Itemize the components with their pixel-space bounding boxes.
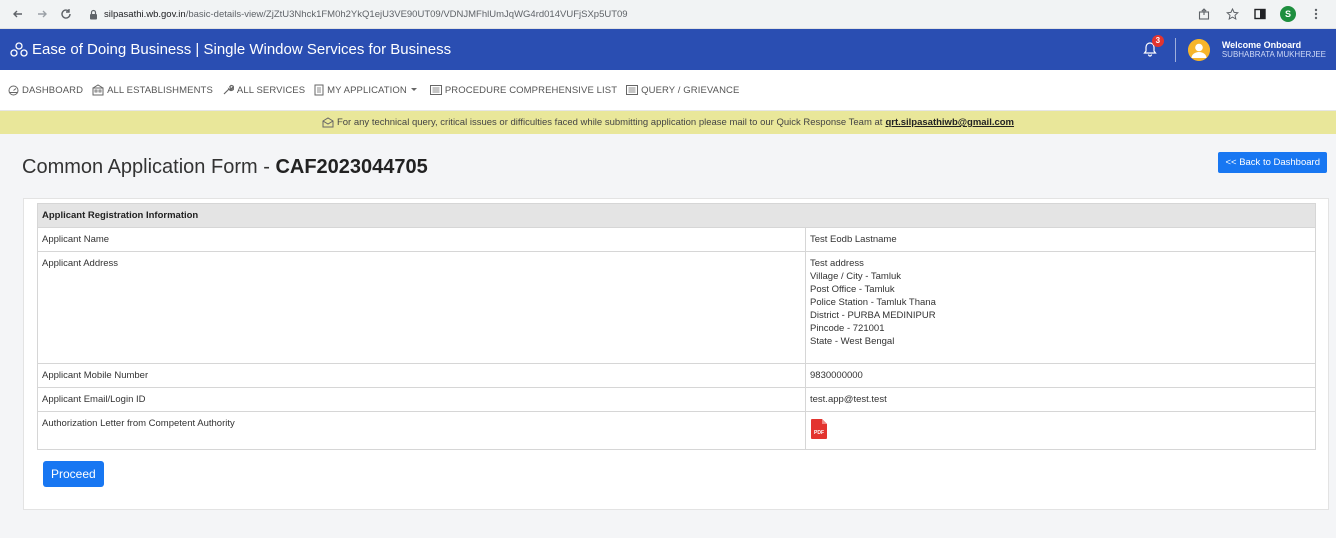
nav-all-services[interactable]: ALL SERVICES	[222, 84, 305, 96]
notification-bell-button[interactable]: 3	[1143, 34, 1164, 59]
applicant-info-table: Applicant Registration Information Appli…	[37, 203, 1316, 450]
row-label: Applicant Email/Login ID	[37, 387, 806, 412]
table-heading: Applicant Registration Information	[37, 203, 1316, 228]
row-label: Applicant Mobile Number	[37, 363, 806, 388]
nav-query-grievance[interactable]: QUERY / GRIEVANCE	[626, 85, 739, 96]
address-line: Village / City - Tamluk	[810, 271, 901, 282]
main-nav: DASHBOARD ALL ESTABLISHMENTS ALL SERVICE…	[0, 70, 1336, 111]
page-heading: Common Application Form - CAF2023044705 …	[0, 134, 1336, 192]
table-row: Authorization Letter from Competent Auth…	[37, 411, 1316, 450]
logo-icon	[10, 41, 28, 59]
address-line: Post Office - Tamluk	[810, 284, 895, 295]
proceed-button[interactable]: Proceed	[43, 461, 104, 487]
app-title[interactable]: Ease of Doing Business | Single Window S…	[32, 41, 451, 58]
star-icon[interactable]	[1224, 6, 1240, 22]
row-value: test.app@test.test	[805, 387, 1316, 412]
dashboard-icon	[8, 85, 19, 95]
list-icon	[626, 85, 639, 95]
forward-arrow-icon[interactable]	[32, 4, 52, 24]
nav-all-establishments-label: ALL ESTABLISHMENTS	[107, 84, 213, 96]
address-line: Police Station - Tamluk Thana	[810, 297, 936, 308]
building-icon	[92, 84, 104, 96]
row-label: Authorization Letter from Competent Auth…	[37, 411, 806, 450]
address-line: Test address	[810, 258, 864, 269]
table-header-row: Applicant Registration Information	[37, 203, 1316, 228]
address-bar[interactable]: silpasathi.wb.gov.in/basic-details-view/…	[86, 7, 1196, 21]
applicant-info-card: Applicant Registration Information Appli…	[23, 198, 1329, 510]
nav-procedure-list-label: PROCEDURE COMPREHENSIVE LIST	[444, 84, 618, 96]
table-row: Applicant Email/Login ID test.app@test.t…	[37, 387, 1316, 412]
notice-banner: For any technical query, critical issues…	[0, 111, 1336, 134]
header-divider	[1174, 37, 1176, 62]
page-title-prefix: Common Application Form -	[22, 156, 270, 178]
reload-icon[interactable]	[56, 4, 76, 24]
user-avatar[interactable]	[1187, 38, 1210, 61]
table-row: Applicant Address Test address Village /…	[37, 251, 1316, 364]
nav-my-application-label: MY APPLICATION	[327, 84, 407, 96]
user-menu[interactable]: Welcome Onboard SUBHABRATA MUKHERJEE	[1222, 40, 1326, 60]
caret-down-icon	[410, 88, 417, 91]
address-line: State - West Bengal	[810, 336, 895, 347]
notice-text: For any technical query, critical issues…	[336, 117, 883, 128]
pdf-icon[interactable]: PDF	[810, 418, 828, 440]
url-path: /basic-details-view/ZjZtU3Nhck1FM0h2YkQ1…	[185, 8, 628, 20]
nav-all-services-label: ALL SERVICES	[236, 84, 306, 96]
lock-icon	[86, 7, 100, 21]
browser-toolbar: silpasathi.wb.gov.in/basic-details-view/…	[0, 0, 1336, 29]
back-arrow-icon[interactable]	[8, 4, 28, 24]
row-value: 9830000000	[805, 363, 1316, 388]
welcome-text: Welcome Onboard	[1221, 39, 1302, 50]
row-label: Applicant Name	[37, 227, 806, 252]
tab-panel-icon[interactable]	[1252, 6, 1268, 22]
nav-dashboard[interactable]: DASHBOARD	[8, 85, 83, 96]
notification-badge: 3	[1151, 34, 1164, 47]
url-text: silpasathi.wb.gov.in/basic-details-view/…	[104, 9, 628, 20]
address-line: Pincode - 721001	[810, 323, 885, 334]
url-host: silpasathi.wb.gov.in	[104, 8, 186, 20]
table-row: Applicant Name Test Eodb Lastname	[37, 227, 1316, 252]
nav-my-application[interactable]: MY APPLICATION	[314, 84, 421, 96]
pdf-icon-label: PDF	[814, 430, 824, 436]
wrench-icon	[223, 84, 234, 95]
share-icon[interactable]	[1196, 6, 1212, 22]
profile-avatar[interactable]: S	[1280, 6, 1296, 22]
notice-email-link[interactable]: qrt.silpasathiwb@gmail.com	[885, 117, 1014, 128]
username-text: SUBHABRATA MUKHERJEE	[1221, 50, 1326, 60]
mail-icon	[322, 117, 334, 128]
list-icon	[429, 85, 442, 95]
app-header: Ease of Doing Business | Single Window S…	[0, 29, 1336, 70]
table-row: Applicant Mobile Number 9830000000	[37, 363, 1316, 388]
kebab-menu-icon[interactable]	[1308, 6, 1324, 22]
row-label: Applicant Address	[37, 251, 806, 364]
caf-code: CAF2023044705	[275, 156, 428, 178]
nav-all-establishments[interactable]: ALL ESTABLISHMENTS	[92, 84, 213, 96]
row-value: PDF	[805, 411, 1316, 450]
back-to-dashboard-button[interactable]: << Back to Dashboard	[1218, 152, 1327, 173]
nav-dashboard-label: DASHBOARD	[22, 84, 84, 96]
row-value: Test Eodb Lastname	[805, 227, 1316, 252]
nav-procedure-list[interactable]: PROCEDURE COMPREHENSIVE LIST	[429, 84, 618, 96]
document-icon	[314, 84, 324, 96]
nav-query-grievance-label: QUERY / GRIEVANCE	[641, 84, 740, 96]
page-title: Common Application Form - CAF2023044705	[22, 156, 428, 179]
address-line: District - PURBA MEDINIPUR	[810, 310, 936, 321]
row-value-address: Test address Village / City - Tamluk Pos…	[805, 251, 1316, 364]
